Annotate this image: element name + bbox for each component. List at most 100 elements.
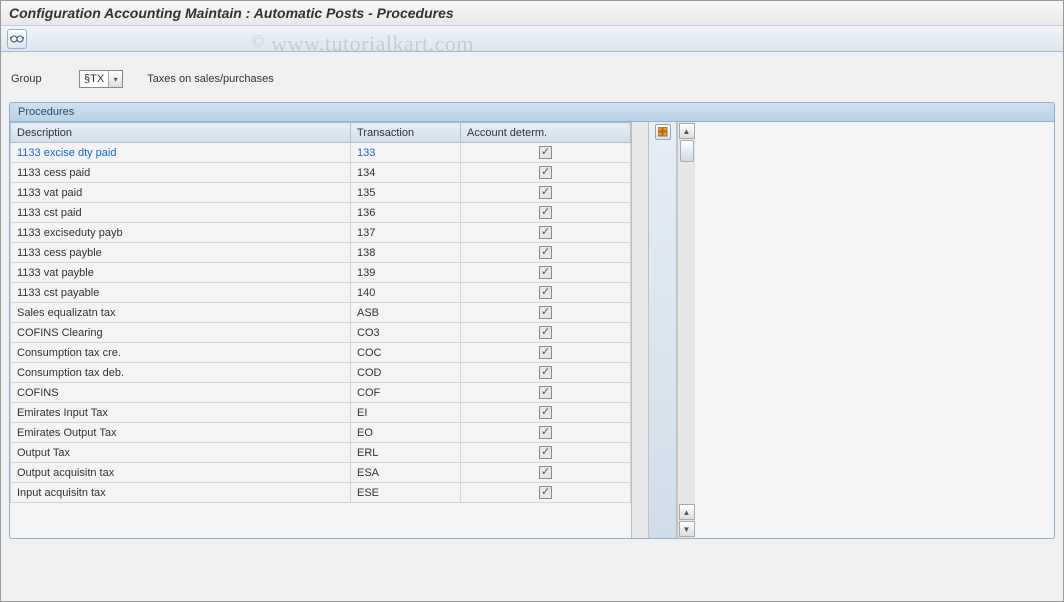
cell-description[interactable]: 1133 excise dty paid <box>11 143 351 163</box>
cell-description[interactable]: 1133 vat payble <box>11 263 351 283</box>
cell-transaction[interactable]: ESA <box>351 463 461 483</box>
cell-account-determ[interactable] <box>461 423 631 443</box>
cell-transaction[interactable]: 140 <box>351 283 461 303</box>
cell-account-determ[interactable] <box>461 403 631 423</box>
table-row[interactable]: Emirates Output TaxEO <box>11 423 631 443</box>
checkbox-icon[interactable] <box>539 406 552 419</box>
table-row[interactable]: 1133 vat paid135 <box>11 183 631 203</box>
cell-account-determ[interactable] <box>461 383 631 403</box>
checkbox-icon[interactable] <box>539 246 552 259</box>
scroll-track[interactable] <box>678 163 695 503</box>
cell-description[interactable]: 1133 cess paid <box>11 163 351 183</box>
cell-transaction[interactable]: 135 <box>351 183 461 203</box>
cell-description[interactable]: Output Tax <box>11 443 351 463</box>
scroll-up2-icon[interactable]: ▲ <box>679 504 695 520</box>
cell-transaction[interactable]: ERL <box>351 443 461 463</box>
table-row[interactable]: 1133 cst payable140 <box>11 283 631 303</box>
cell-account-determ[interactable] <box>461 463 631 483</box>
scroll-up-icon[interactable]: ▲ <box>679 123 695 139</box>
cell-description[interactable]: Emirates Output Tax <box>11 423 351 443</box>
cell-description[interactable]: 1133 exciseduty payb <box>11 223 351 243</box>
cell-transaction[interactable]: ESE <box>351 483 461 503</box>
cell-description[interactable]: 1133 cess payble <box>11 243 351 263</box>
table-row[interactable]: Consumption tax cre.COC <box>11 343 631 363</box>
cell-description[interactable]: Input acquisitn tax <box>11 483 351 503</box>
table-row[interactable]: Output TaxERL <box>11 443 631 463</box>
cell-account-determ[interactable] <box>461 203 631 223</box>
cell-account-determ[interactable] <box>461 143 631 163</box>
cell-transaction[interactable]: 136 <box>351 203 461 223</box>
cell-account-determ[interactable] <box>461 243 631 263</box>
checkbox-icon[interactable] <box>539 166 552 179</box>
table-row[interactable]: Consumption tax deb.COD <box>11 363 631 383</box>
cell-description[interactable]: Sales equalizatn tax <box>11 303 351 323</box>
cell-transaction[interactable]: COF <box>351 383 461 403</box>
checkbox-icon[interactable] <box>539 286 552 299</box>
cell-account-determ[interactable] <box>461 223 631 243</box>
cell-description[interactable]: Emirates Input Tax <box>11 403 351 423</box>
col-header-description[interactable]: Description <box>11 123 351 143</box>
checkbox-icon[interactable] <box>539 306 552 319</box>
checkbox-icon[interactable] <box>539 486 552 499</box>
cell-transaction[interactable]: ASB <box>351 303 461 323</box>
scroll-down-icon[interactable]: ▼ <box>679 521 695 537</box>
group-code-field[interactable]: §TX ▾ <box>79 70 123 88</box>
table-row[interactable]: COFINSCOF <box>11 383 631 403</box>
checkbox-icon[interactable] <box>539 186 552 199</box>
cell-transaction[interactable]: EO <box>351 423 461 443</box>
cell-description[interactable]: 1133 cst payable <box>11 283 351 303</box>
table-row[interactable]: 1133 excise dty paid133 <box>11 143 631 163</box>
checkbox-icon[interactable] <box>539 326 552 339</box>
cell-transaction[interactable]: 134 <box>351 163 461 183</box>
cell-account-determ[interactable] <box>461 323 631 343</box>
cell-transaction[interactable]: 138 <box>351 243 461 263</box>
cell-description[interactable]: 1133 vat paid <box>11 183 351 203</box>
checkbox-icon[interactable] <box>539 346 552 359</box>
cell-description[interactable]: Output acquisitn tax <box>11 463 351 483</box>
cell-account-determ[interactable] <box>461 163 631 183</box>
checkbox-icon[interactable] <box>539 386 552 399</box>
cell-account-determ[interactable] <box>461 263 631 283</box>
cell-account-determ[interactable] <box>461 183 631 203</box>
cell-account-determ[interactable] <box>461 283 631 303</box>
checkbox-icon[interactable] <box>539 206 552 219</box>
cell-transaction[interactable]: EI <box>351 403 461 423</box>
cell-account-determ[interactable] <box>461 343 631 363</box>
cell-transaction[interactable]: 139 <box>351 263 461 283</box>
table-row[interactable]: Sales equalizatn taxASB <box>11 303 631 323</box>
table-settings-icon[interactable] <box>655 124 671 140</box>
table-row[interactable]: 1133 exciseduty payb137 <box>11 223 631 243</box>
table-row[interactable]: 1133 cess paid134 <box>11 163 631 183</box>
cell-description[interactable]: COFINS <box>11 383 351 403</box>
vertical-scrollbar[interactable]: ▲ ▲ ▼ <box>677 122 695 538</box>
checkbox-icon[interactable] <box>539 466 552 479</box>
col-header-account-determ[interactable]: Account determ. <box>461 123 631 143</box>
table-row[interactable]: 1133 cst paid136 <box>11 203 631 223</box>
cell-transaction[interactable]: COD <box>351 363 461 383</box>
glasses-icon[interactable] <box>7 29 27 49</box>
checkbox-icon[interactable] <box>539 426 552 439</box>
checkbox-icon[interactable] <box>539 226 552 239</box>
checkbox-icon[interactable] <box>539 366 552 379</box>
table-row[interactable]: Input acquisitn taxESE <box>11 483 631 503</box>
checkbox-icon[interactable] <box>539 266 552 279</box>
checkbox-icon[interactable] <box>539 446 552 459</box>
cell-transaction[interactable]: CO3 <box>351 323 461 343</box>
cell-transaction[interactable]: 133 <box>351 143 461 163</box>
checkbox-icon[interactable] <box>539 146 552 159</box>
table-row[interactable]: Emirates Input TaxEI <box>11 403 631 423</box>
cell-account-determ[interactable] <box>461 303 631 323</box>
scroll-thumb[interactable] <box>680 140 694 162</box>
value-help-icon[interactable]: ▾ <box>108 71 122 87</box>
cell-account-determ[interactable] <box>461 443 631 463</box>
cell-description[interactable]: 1133 cst paid <box>11 203 351 223</box>
table-row[interactable]: 1133 cess payble138 <box>11 243 631 263</box>
table-row[interactable]: 1133 vat payble139 <box>11 263 631 283</box>
cell-transaction[interactable]: 137 <box>351 223 461 243</box>
col-header-transaction[interactable]: Transaction <box>351 123 461 143</box>
table-row[interactable]: Output acquisitn taxESA <box>11 463 631 483</box>
cell-account-determ[interactable] <box>461 483 631 503</box>
cell-description[interactable]: COFINS Clearing <box>11 323 351 343</box>
table-row[interactable]: COFINS ClearingCO3 <box>11 323 631 343</box>
cell-description[interactable]: Consumption tax deb. <box>11 363 351 383</box>
